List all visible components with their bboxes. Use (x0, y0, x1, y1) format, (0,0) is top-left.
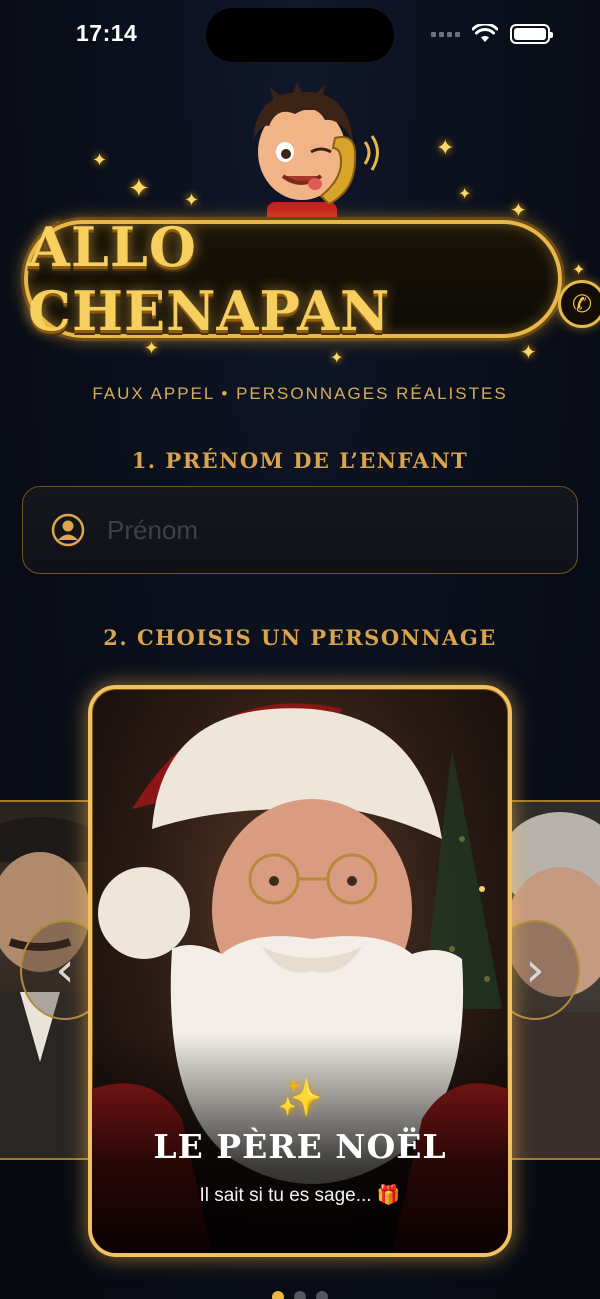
logo-title: ALLO CHENAPAN (28, 215, 391, 343)
phone-icon: ✆ (558, 280, 600, 328)
battery-icon (510, 24, 553, 44)
logo-banner: ALLO CHENAPAN (24, 215, 562, 343)
dynamic-island (206, 8, 394, 62)
first-name-input[interactable] (107, 514, 507, 546)
character-name: LE PÈRE NOËL (153, 1127, 447, 1166)
kid-mascot-icon (253, 82, 379, 225)
status-icons (431, 24, 553, 44)
tagline: FAUX APPEL • PERSONNAGES RÉALISTES (92, 384, 508, 403)
chevron-left-icon: ‹ (55, 942, 75, 998)
cellular-signal-icon (431, 31, 460, 37)
wifi-icon (472, 24, 498, 42)
carousel-page-indicator[interactable] (0, 1291, 600, 1299)
app-logo: ALLO CHENAPAN ✆ (22, 80, 600, 360)
status-bar: 17:14 (0, 0, 600, 70)
step1-title: 1. PRÉNOM DE L’ENFANT (131, 448, 469, 473)
step2-title: 2. CHOISIS UN PERSONNAGE (103, 625, 497, 650)
character-card-current[interactable]: ✨ LE PÈRE NOËL Il sait si tu es sage... … (88, 685, 512, 1257)
status-time: 17:14 (76, 20, 138, 46)
chevron-right-icon: › (525, 942, 545, 998)
page-dot[interactable] (294, 1291, 306, 1299)
user-icon (51, 513, 85, 547)
character-carousel[interactable]: ‹ › ✨ LE PÈRE NOËL Il sait si tu es sage… (0, 685, 600, 1265)
first-name-field[interactable] (22, 486, 578, 574)
page-dot[interactable] (316, 1291, 328, 1299)
character-tagline: Il sait si tu es sage... 🎁 (199, 1185, 401, 1206)
sparkle-icon: ✨ (277, 1078, 323, 1119)
page-dot[interactable] (272, 1291, 284, 1299)
